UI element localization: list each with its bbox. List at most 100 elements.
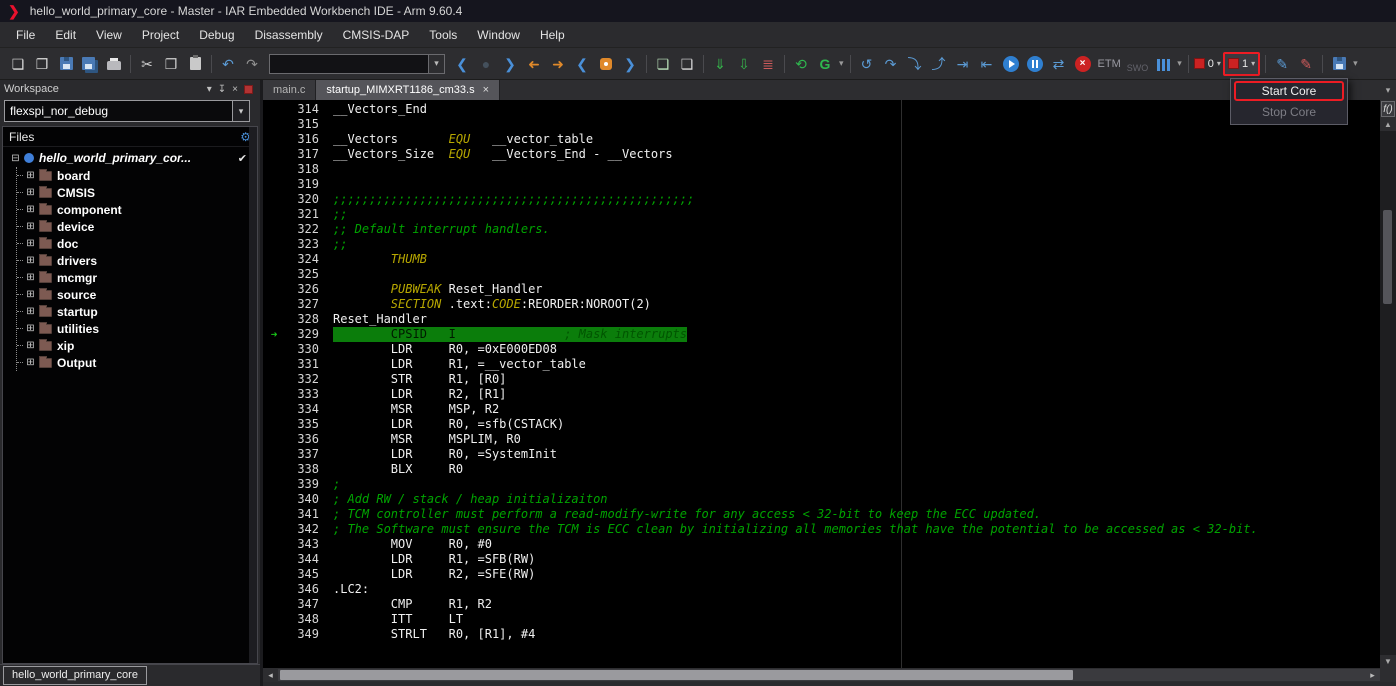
tree-item-source[interactable]: ⊞source: [17, 286, 257, 303]
tree-item-cmsis[interactable]: ⊞CMSIS: [17, 184, 257, 201]
breakpoint-gutter[interactable]: [263, 162, 285, 177]
browse-button[interactable]: ●: [475, 52, 497, 76]
erase-memory-button[interactable]: ≣: [757, 52, 779, 76]
tree-item-mcmgr[interactable]: ⊞mcmgr: [17, 269, 257, 286]
breakpoint-gutter[interactable]: [263, 312, 285, 327]
tree-scrollbar[interactable]: [249, 127, 257, 663]
code-line[interactable]: 344 LDR R1, =SFB(RW): [263, 552, 1380, 567]
breakpoint-gutter[interactable]: [263, 252, 285, 267]
code-line[interactable]: 327 SECTION .text:CODE:REORDER:NOROOT(2): [263, 297, 1380, 312]
step-out-button[interactable]: ⤴: [928, 52, 950, 76]
break-button[interactable]: [1024, 52, 1046, 76]
menu-item-start-core[interactable]: Start Core: [1234, 81, 1344, 101]
code-line[interactable]: 348 ITT LT: [263, 612, 1380, 627]
breakpoint-gutter[interactable]: [263, 387, 285, 402]
save-session-button[interactable]: [1328, 52, 1350, 76]
breakpoint-gutter[interactable]: [263, 117, 285, 132]
breakpoint-gutter[interactable]: [263, 237, 285, 252]
execution-arrow-icon[interactable]: ➜: [263, 327, 285, 342]
menu-view[interactable]: View: [86, 24, 132, 46]
prev-message-button[interactable]: ❮: [571, 52, 593, 76]
breakpoint-gutter[interactable]: [263, 372, 285, 387]
code-line[interactable]: 334 MSR MSP, R2: [263, 402, 1380, 417]
download-and-debug-button[interactable]: ⇓: [709, 52, 731, 76]
save-all-button[interactable]: [79, 52, 101, 76]
toolbar-search-caret-icon[interactable]: ▾: [428, 55, 444, 73]
tree-item-doc[interactable]: ⊞doc: [17, 235, 257, 252]
breakpoint-gutter[interactable]: [263, 612, 285, 627]
breakpoint-gutter[interactable]: [263, 597, 285, 612]
expand-icon[interactable]: ⊞: [24, 340, 37, 351]
code-line[interactable]: 345 LDR R2, =SFE(RW): [263, 567, 1380, 582]
expand-icon[interactable]: ⊞: [24, 289, 37, 300]
breakpoint-gutter[interactable]: [263, 402, 285, 417]
editor-tab-startup-mimxrt1186-cm33-s[interactable]: startup_MIMXRT1186_cm33.s×: [316, 80, 500, 100]
open-file-button[interactable]: ❐: [31, 52, 53, 76]
function-list-button[interactable]: f(): [1381, 101, 1395, 117]
tab-close-icon[interactable]: ×: [483, 84, 489, 96]
horizontal-scrollbar[interactable]: ◂ ▸: [263, 668, 1396, 682]
breakpoint-gutter[interactable]: [263, 132, 285, 147]
stop-build-button[interactable]: ❏: [676, 52, 698, 76]
code-line[interactable]: 330 LDR R0, =0xE000ED08: [263, 342, 1380, 357]
code-line[interactable]: 333 LDR R2, [R1]: [263, 387, 1380, 402]
menu-tools[interactable]: Tools: [419, 24, 467, 46]
scroll-up-icon[interactable]: ▲: [1380, 118, 1396, 131]
tree-item-board[interactable]: ⊞board: [17, 167, 257, 184]
code-line[interactable]: 325: [263, 267, 1380, 282]
vertical-scrollbar[interactable]: [1380, 131, 1396, 655]
code-line[interactable]: 328Reset_Handler: [263, 312, 1380, 327]
breakpoint-gutter[interactable]: [263, 267, 285, 282]
breakpoint-gutter[interactable]: [263, 447, 285, 462]
breakpoint-gutter[interactable]: [263, 567, 285, 582]
menu-file[interactable]: File: [6, 24, 45, 46]
tree-root-project[interactable]: ⊟hello_world_primary_cor...✔: [9, 149, 257, 167]
expand-icon[interactable]: ⊞: [24, 187, 37, 198]
c-spy-refresh-button[interactable]: ⟲: [790, 52, 812, 76]
breakpoint-gutter[interactable]: [263, 432, 285, 447]
menu-disassembly[interactable]: Disassembly: [245, 24, 333, 46]
tree-item-device[interactable]: ⊞device: [17, 218, 257, 235]
scroll-down-icon[interactable]: ▼: [1380, 655, 1396, 668]
breakpoint-gutter[interactable]: [263, 177, 285, 192]
code-line[interactable]: 343 MOV R0, #0: [263, 537, 1380, 552]
breakpoint-gutter[interactable]: [263, 522, 285, 537]
code-line[interactable]: 341; TCM controller must perform a read-…: [263, 507, 1380, 522]
tab-list-dropdown-icon[interactable]: ▾: [1380, 80, 1396, 100]
menu-debug[interactable]: Debug: [189, 24, 244, 46]
breakpoint-gutter[interactable]: [263, 207, 285, 222]
code-line[interactable]: 338 BLX R0: [263, 462, 1380, 477]
copy-button[interactable]: ❐: [160, 52, 182, 76]
next-message-button[interactable]: ❯: [619, 52, 641, 76]
expand-icon[interactable]: ⊞: [24, 323, 37, 334]
code-line[interactable]: 326 PUBWEAK Reset_Handler: [263, 282, 1380, 297]
reset-button[interactable]: ↺: [856, 52, 878, 76]
code-line[interactable]: 321;;: [263, 207, 1380, 222]
expand-icon[interactable]: ⊞: [24, 272, 37, 283]
expand-icon[interactable]: ⊞: [24, 306, 37, 317]
breakpoint-gutter[interactable]: [263, 222, 285, 237]
menu-cmsis-dap[interactable]: CMSIS-DAP: [333, 24, 420, 46]
expand-icon[interactable]: ⊞: [24, 357, 37, 368]
scroll-left-icon[interactable]: ◂: [263, 670, 278, 681]
code-line[interactable]: 337 LDR R0, =SystemInit: [263, 447, 1380, 462]
toggle-source-disasm-button[interactable]: ⇄: [1048, 52, 1070, 76]
prev-bookmark-button[interactable]: ➜: [523, 52, 545, 76]
expand-icon[interactable]: ⊞: [24, 170, 37, 181]
menu-help[interactable]: Help: [530, 24, 575, 46]
step-into-button[interactable]: ⤵: [904, 52, 926, 76]
edit-breakpoints-button[interactable]: ✎: [1295, 52, 1317, 76]
tree-item-xip[interactable]: ⊞xip: [17, 337, 257, 354]
code-line[interactable]: 342; The Software must ensure the TCM is…: [263, 522, 1380, 537]
collapse-icon[interactable]: ⊟: [9, 153, 22, 164]
breakpoint-gutter[interactable]: [263, 507, 285, 522]
breakpoint-gutter[interactable]: [263, 357, 285, 372]
core-0-button[interactable]: 0▾: [1194, 52, 1221, 76]
breakpoint-gutter[interactable]: [263, 492, 285, 507]
scroll-right-icon[interactable]: ▸: [1365, 670, 1380, 681]
expand-icon[interactable]: ⊞: [24, 238, 37, 249]
toggle-breakpoint-button[interactable]: [595, 52, 617, 76]
trace-button[interactable]: [1152, 52, 1174, 76]
expand-icon[interactable]: ⊞: [24, 221, 37, 232]
breakpoint-gutter[interactable]: [263, 282, 285, 297]
